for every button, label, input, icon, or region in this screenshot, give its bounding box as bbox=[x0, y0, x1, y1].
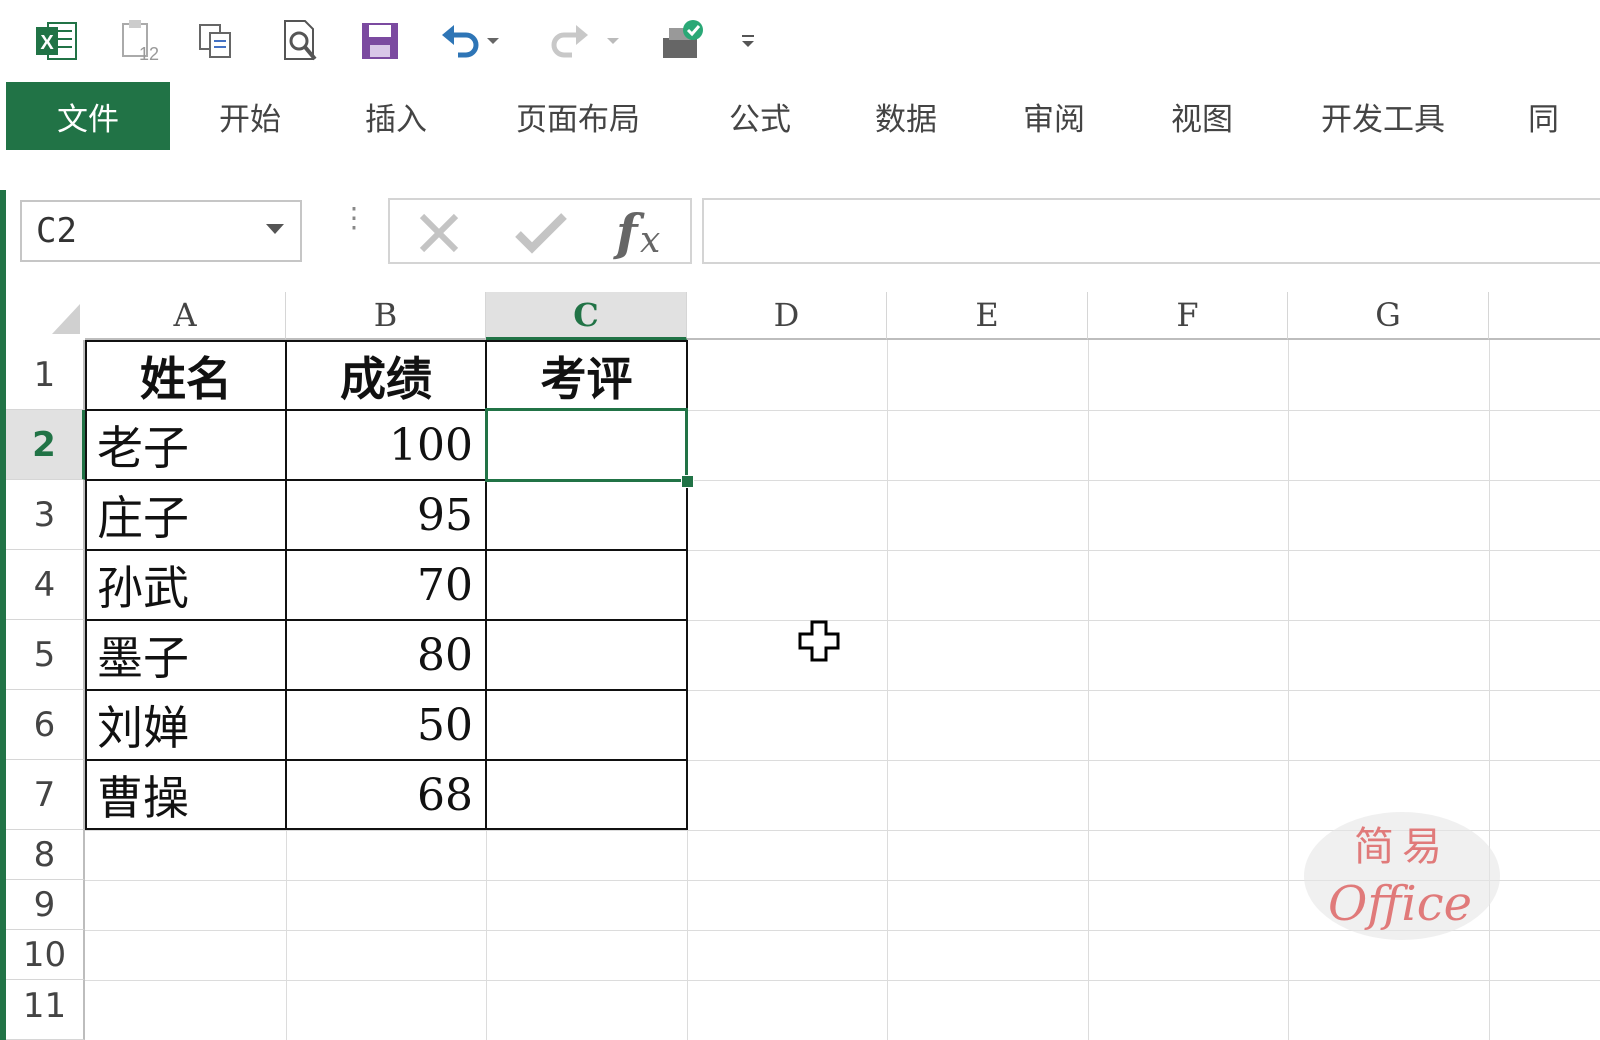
watermark-text-bottom: Office bbox=[1328, 876, 1472, 932]
row-header-11[interactable]: 11 bbox=[6, 980, 85, 1040]
column-header-b[interactable]: B bbox=[286, 292, 486, 340]
tab-partial[interactable]: 同 bbox=[1528, 82, 1600, 150]
name-box-value: C2 bbox=[36, 211, 77, 251]
cell-b3[interactable]: 95 bbox=[287, 481, 485, 549]
row-header-10[interactable]: 10 bbox=[6, 930, 85, 980]
row-header-7[interactable]: 7 bbox=[6, 760, 85, 830]
row-header-1[interactable]: 1 bbox=[6, 340, 85, 410]
excel-logo-icon: X bbox=[28, 16, 84, 66]
cell-c4[interactable] bbox=[487, 551, 686, 619]
row-header-8[interactable]: 8 bbox=[6, 830, 85, 880]
cell-c3[interactable] bbox=[487, 481, 686, 549]
cell-c7[interactable] bbox=[487, 761, 686, 829]
cell-c5[interactable] bbox=[487, 621, 686, 689]
enter-check-icon[interactable] bbox=[512, 208, 568, 256]
cell-b6[interactable]: 50 bbox=[287, 691, 485, 759]
cell-b7[interactable]: 68 bbox=[287, 761, 485, 829]
svg-text:X: X bbox=[40, 32, 54, 54]
column-header-d[interactable]: D bbox=[687, 292, 887, 340]
tab-developer[interactable]: 开发工具 bbox=[1300, 82, 1466, 150]
cell-a1[interactable]: 姓名 bbox=[87, 342, 285, 409]
share-icon[interactable] bbox=[654, 16, 710, 66]
cancel-icon[interactable] bbox=[414, 208, 464, 256]
tab-review[interactable]: 审阅 bbox=[1004, 82, 1104, 150]
column-header-e[interactable]: E bbox=[887, 292, 1088, 340]
redo-dropdown-icon[interactable] bbox=[598, 16, 628, 66]
row-header-4[interactable]: 4 bbox=[6, 550, 85, 620]
cell-a6[interactable]: 刘婵 bbox=[87, 691, 285, 759]
name-box[interactable]: C2 bbox=[20, 200, 302, 262]
gridline bbox=[85, 980, 1600, 981]
column-header-g[interactable]: G bbox=[1288, 292, 1489, 340]
active-cell-selection bbox=[485, 408, 688, 482]
fill-handle[interactable] bbox=[681, 475, 694, 488]
svg-text:12: 12 bbox=[139, 44, 159, 64]
redo-icon[interactable] bbox=[542, 16, 598, 66]
cell-b5[interactable]: 80 bbox=[287, 621, 485, 689]
tab-view[interactable]: 视图 bbox=[1152, 82, 1252, 150]
undo-dropdown-icon[interactable] bbox=[478, 16, 508, 66]
row-header-5[interactable]: 5 bbox=[6, 620, 85, 690]
cell-b4[interactable]: 70 bbox=[287, 551, 485, 619]
tab-file[interactable]: 文件 bbox=[6, 82, 170, 150]
column-header-f[interactable]: F bbox=[1088, 292, 1288, 340]
row-header-9[interactable]: 9 bbox=[6, 880, 85, 930]
column-header-next[interactable] bbox=[1489, 292, 1600, 340]
tab-data[interactable]: 数据 bbox=[856, 82, 956, 150]
svg-text:x: x bbox=[640, 220, 660, 261]
watermark-text-top: 简易 bbox=[1354, 824, 1450, 870]
clipboard-icon[interactable]: 12 bbox=[110, 16, 166, 66]
row-header-6[interactable]: 6 bbox=[6, 690, 85, 760]
quick-access-toolbar: X 12 bbox=[0, 0, 1600, 82]
insert-function-icon[interactable]: f x bbox=[610, 202, 676, 262]
tab-insert[interactable]: 插入 bbox=[346, 82, 446, 150]
save-icon[interactable] bbox=[352, 16, 408, 66]
print-preview-icon[interactable] bbox=[272, 16, 328, 66]
customize-toolbar-icon[interactable] bbox=[730, 16, 766, 66]
formula-input[interactable] bbox=[702, 198, 1600, 264]
select-all-corner[interactable] bbox=[6, 292, 85, 340]
cell-b2[interactable]: 100 bbox=[287, 411, 485, 479]
formula-bar-buttons: f x bbox=[388, 198, 692, 264]
tab-formulas[interactable]: 公式 bbox=[710, 82, 810, 150]
formula-bar-grip-icon[interactable]: ⋮ bbox=[340, 204, 368, 232]
ribbon-collapsed-area bbox=[0, 150, 1600, 190]
cell-b1[interactable]: 成绩 bbox=[287, 342, 485, 409]
ribbon-tabs: 文件 开始 插入 页面布局 公式 数据 审阅 视图 开发工具 同 bbox=[0, 82, 1600, 150]
copy-icon[interactable] bbox=[188, 16, 244, 66]
cell-a5[interactable]: 墨子 bbox=[87, 621, 285, 689]
tab-page-layout[interactable]: 页面布局 bbox=[498, 82, 658, 150]
column-header-a[interactable]: A bbox=[85, 292, 286, 340]
name-box-dropdown-icon[interactable] bbox=[266, 224, 284, 234]
column-header-c[interactable]: C bbox=[486, 292, 687, 340]
cell-a7[interactable]: 曹操 bbox=[87, 761, 285, 829]
cell-a3[interactable]: 庄子 bbox=[87, 481, 285, 549]
cell-a4[interactable]: 孙武 bbox=[87, 551, 285, 619]
row-header-2[interactable]: 2 bbox=[6, 410, 85, 480]
row-header-3[interactable]: 3 bbox=[6, 480, 85, 550]
cell-c1[interactable]: 考评 bbox=[487, 342, 686, 409]
cell-a2[interactable]: 老子 bbox=[87, 411, 285, 479]
tab-home[interactable]: 开始 bbox=[200, 82, 300, 150]
cell-c6[interactable] bbox=[487, 691, 686, 759]
cell-select-cursor-icon bbox=[798, 620, 840, 662]
